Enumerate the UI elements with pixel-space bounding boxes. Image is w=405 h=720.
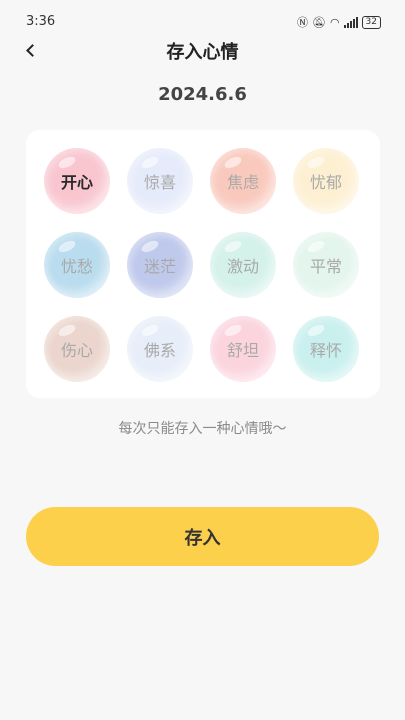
status-time: 3:36 — [26, 14, 56, 29]
mood-label: 忧郁 — [309, 173, 342, 192]
mood-bubble[interactable]: 佛系 — [127, 316, 193, 382]
wifi-icon: ◠ — [329, 15, 340, 29]
nav-bar: 存入心情 — [0, 30, 405, 70]
save-button[interactable]: 存入 — [26, 507, 379, 566]
mood-card: 开心 惊喜 焦虑 忧郁 忧愁 迷茫 激动 平常 伤心 佛系 舒坦 释怀 — [26, 130, 380, 398]
mood-bubble[interactable]: 迷茫 — [127, 232, 193, 298]
mood-bubble[interactable]: 忧愁 — [44, 232, 110, 298]
nfc-icon: Ⓝ — [296, 16, 308, 29]
mood-bubble[interactable]: 激动 — [210, 232, 276, 298]
mood-label: 焦虑 — [226, 173, 259, 192]
mood-bubble[interactable]: 惊喜 — [127, 148, 193, 214]
mood-label: 佛系 — [143, 341, 176, 360]
mood-label: 伤心 — [60, 341, 93, 360]
status-icons: Ⓝ 🔕︎ ◠ 32 — [297, 14, 381, 30]
mute-icon: 🔕︎ — [311, 15, 326, 29]
mood-bubble[interactable]: 开心 — [44, 148, 110, 214]
mood-label: 舒坦 — [226, 341, 259, 360]
mood-bubble[interactable]: 伤心 — [44, 316, 110, 382]
mood-bubble[interactable]: 平常 — [293, 232, 359, 298]
mood-label: 迷茫 — [143, 257, 176, 276]
mood-label: 惊喜 — [143, 173, 176, 192]
signal-icon — [343, 16, 358, 28]
mood-bubble[interactable]: 释怀 — [293, 316, 359, 382]
save-button-label: 存入 — [184, 527, 221, 549]
mood-label: 释怀 — [309, 341, 342, 360]
hint-text: 每次只能存入一种心情哦～ — [118, 421, 287, 437]
date-label: 2024.6.6 — [158, 84, 247, 105]
mood-bubble[interactable]: 焦虑 — [210, 148, 276, 214]
mood-grid: 开心 惊喜 焦虑 忧郁 忧愁 迷茫 激动 平常 伤心 佛系 舒坦 释怀 — [44, 148, 359, 382]
mood-label: 平常 — [309, 257, 342, 276]
mood-bubble[interactable]: 舒坦 — [210, 316, 276, 382]
mood-label: 开心 — [60, 173, 93, 192]
mood-label: 忧愁 — [60, 257, 93, 276]
battery-icon: 32 — [361, 15, 381, 29]
page-title: 存入心情 — [166, 42, 239, 63]
mood-label: 激动 — [226, 257, 259, 276]
mood-bubble[interactable]: 忧郁 — [293, 148, 359, 214]
